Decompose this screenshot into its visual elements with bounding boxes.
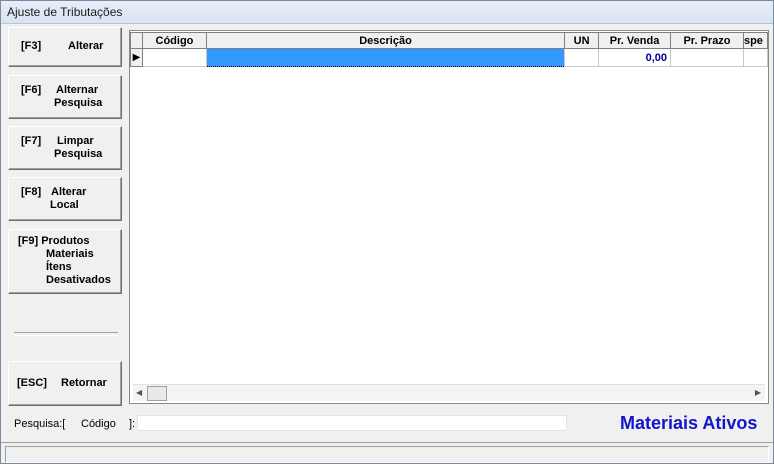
header-un[interactable]: UN — [564, 32, 600, 49]
status-bar — [1, 442, 773, 464]
scroll-thumb[interactable] — [147, 386, 167, 401]
alternar-pesquisa-button[interactable]: [F6] Alternar Pesquisa — [8, 75, 122, 119]
cell-pr-venda[interactable]: 0,00 — [598, 48, 672, 67]
scroll-left-icon[interactable]: ◀ — [136, 388, 142, 397]
search-prefix: Pesquisa:[ — [14, 418, 66, 430]
search-field-name: Código — [81, 418, 116, 430]
alternar-key: [F6] — [21, 84, 42, 96]
limpar-key: [F7] — [21, 135, 42, 147]
header-indicator — [130, 32, 143, 49]
cell-codigo[interactable] — [141, 48, 207, 67]
limpar-label-2: Pesquisa — [54, 148, 103, 160]
grid-table: Código Descrição UN Pr. Venda Pr. Prazo … — [130, 32, 768, 67]
mode-label: Materiais Ativos — [620, 413, 758, 433]
produtos-line-1: [F9] Produtos — [18, 235, 90, 247]
limpar-pesquisa-button[interactable]: [F7] Limpar Pesquisa — [8, 126, 122, 170]
produtos-line-3: Ítens — [46, 261, 72, 273]
header-codigo[interactable]: Código — [141, 32, 207, 49]
status-panel — [5, 446, 769, 463]
alterar-label: Alterar — [68, 40, 104, 52]
title-bar: Ajuste de Tributações — [1, 1, 773, 24]
produtos-line-4: Desativados — [46, 274, 111, 286]
retornar-button[interactable]: [ESC] Retornar — [8, 361, 122, 406]
table-row[interactable]: ▶ 0,00 — [130, 48, 768, 67]
produtos-toggle-button[interactable]: [F9] Produtos Materiais Ítens Desativado… — [8, 229, 122, 294]
alterar-local-button[interactable]: [F8] Alterar Local — [8, 177, 122, 221]
local-label-2: Local — [50, 199, 79, 211]
search-suffix: ]: — [129, 418, 136, 430]
row-indicator-icon: ▶ — [130, 48, 143, 67]
alternar-label-2: Pesquisa — [54, 97, 103, 109]
produtos-line-2: Materiais — [46, 248, 94, 260]
header-spe[interactable]: spe — [742, 32, 768, 49]
alterar-key: [F3] — [21, 40, 42, 52]
retornar-label: Retornar — [61, 377, 107, 389]
alternar-label-1: Alternar — [56, 84, 99, 96]
grid-header-row: Código Descrição UN Pr. Venda Pr. Prazo … — [130, 32, 768, 49]
header-pr-venda[interactable]: Pr. Venda — [598, 32, 672, 49]
products-grid[interactable]: Código Descrição UN Pr. Venda Pr. Prazo … — [129, 30, 769, 404]
header-descricao[interactable]: Descrição — [205, 32, 566, 49]
search-input[interactable] — [137, 415, 567, 431]
cell-un[interactable] — [564, 48, 600, 67]
local-key: [F8] — [21, 186, 42, 198]
horizontal-scrollbar[interactable]: ◀ ▶ — [133, 384, 765, 401]
alterar-button[interactable]: [F3] Alterar — [8, 27, 122, 67]
cell-descricao[interactable] — [205, 48, 566, 67]
window-title: Ajuste de Tributações — [7, 5, 123, 19]
cell-pr-prazo[interactable] — [670, 48, 744, 67]
main-window: Ajuste de Tributações [F3] Alterar [F6] … — [0, 0, 774, 464]
left-separator — [14, 332, 118, 336]
scroll-right-icon[interactable]: ▶ — [755, 388, 761, 397]
limpar-label-1: Limpar — [57, 135, 94, 147]
header-pr-prazo[interactable]: Pr. Prazo — [670, 32, 744, 49]
local-label-1: Alterar — [51, 186, 87, 198]
cell-spe[interactable] — [742, 48, 768, 67]
retornar-key: [ESC] — [17, 377, 47, 389]
